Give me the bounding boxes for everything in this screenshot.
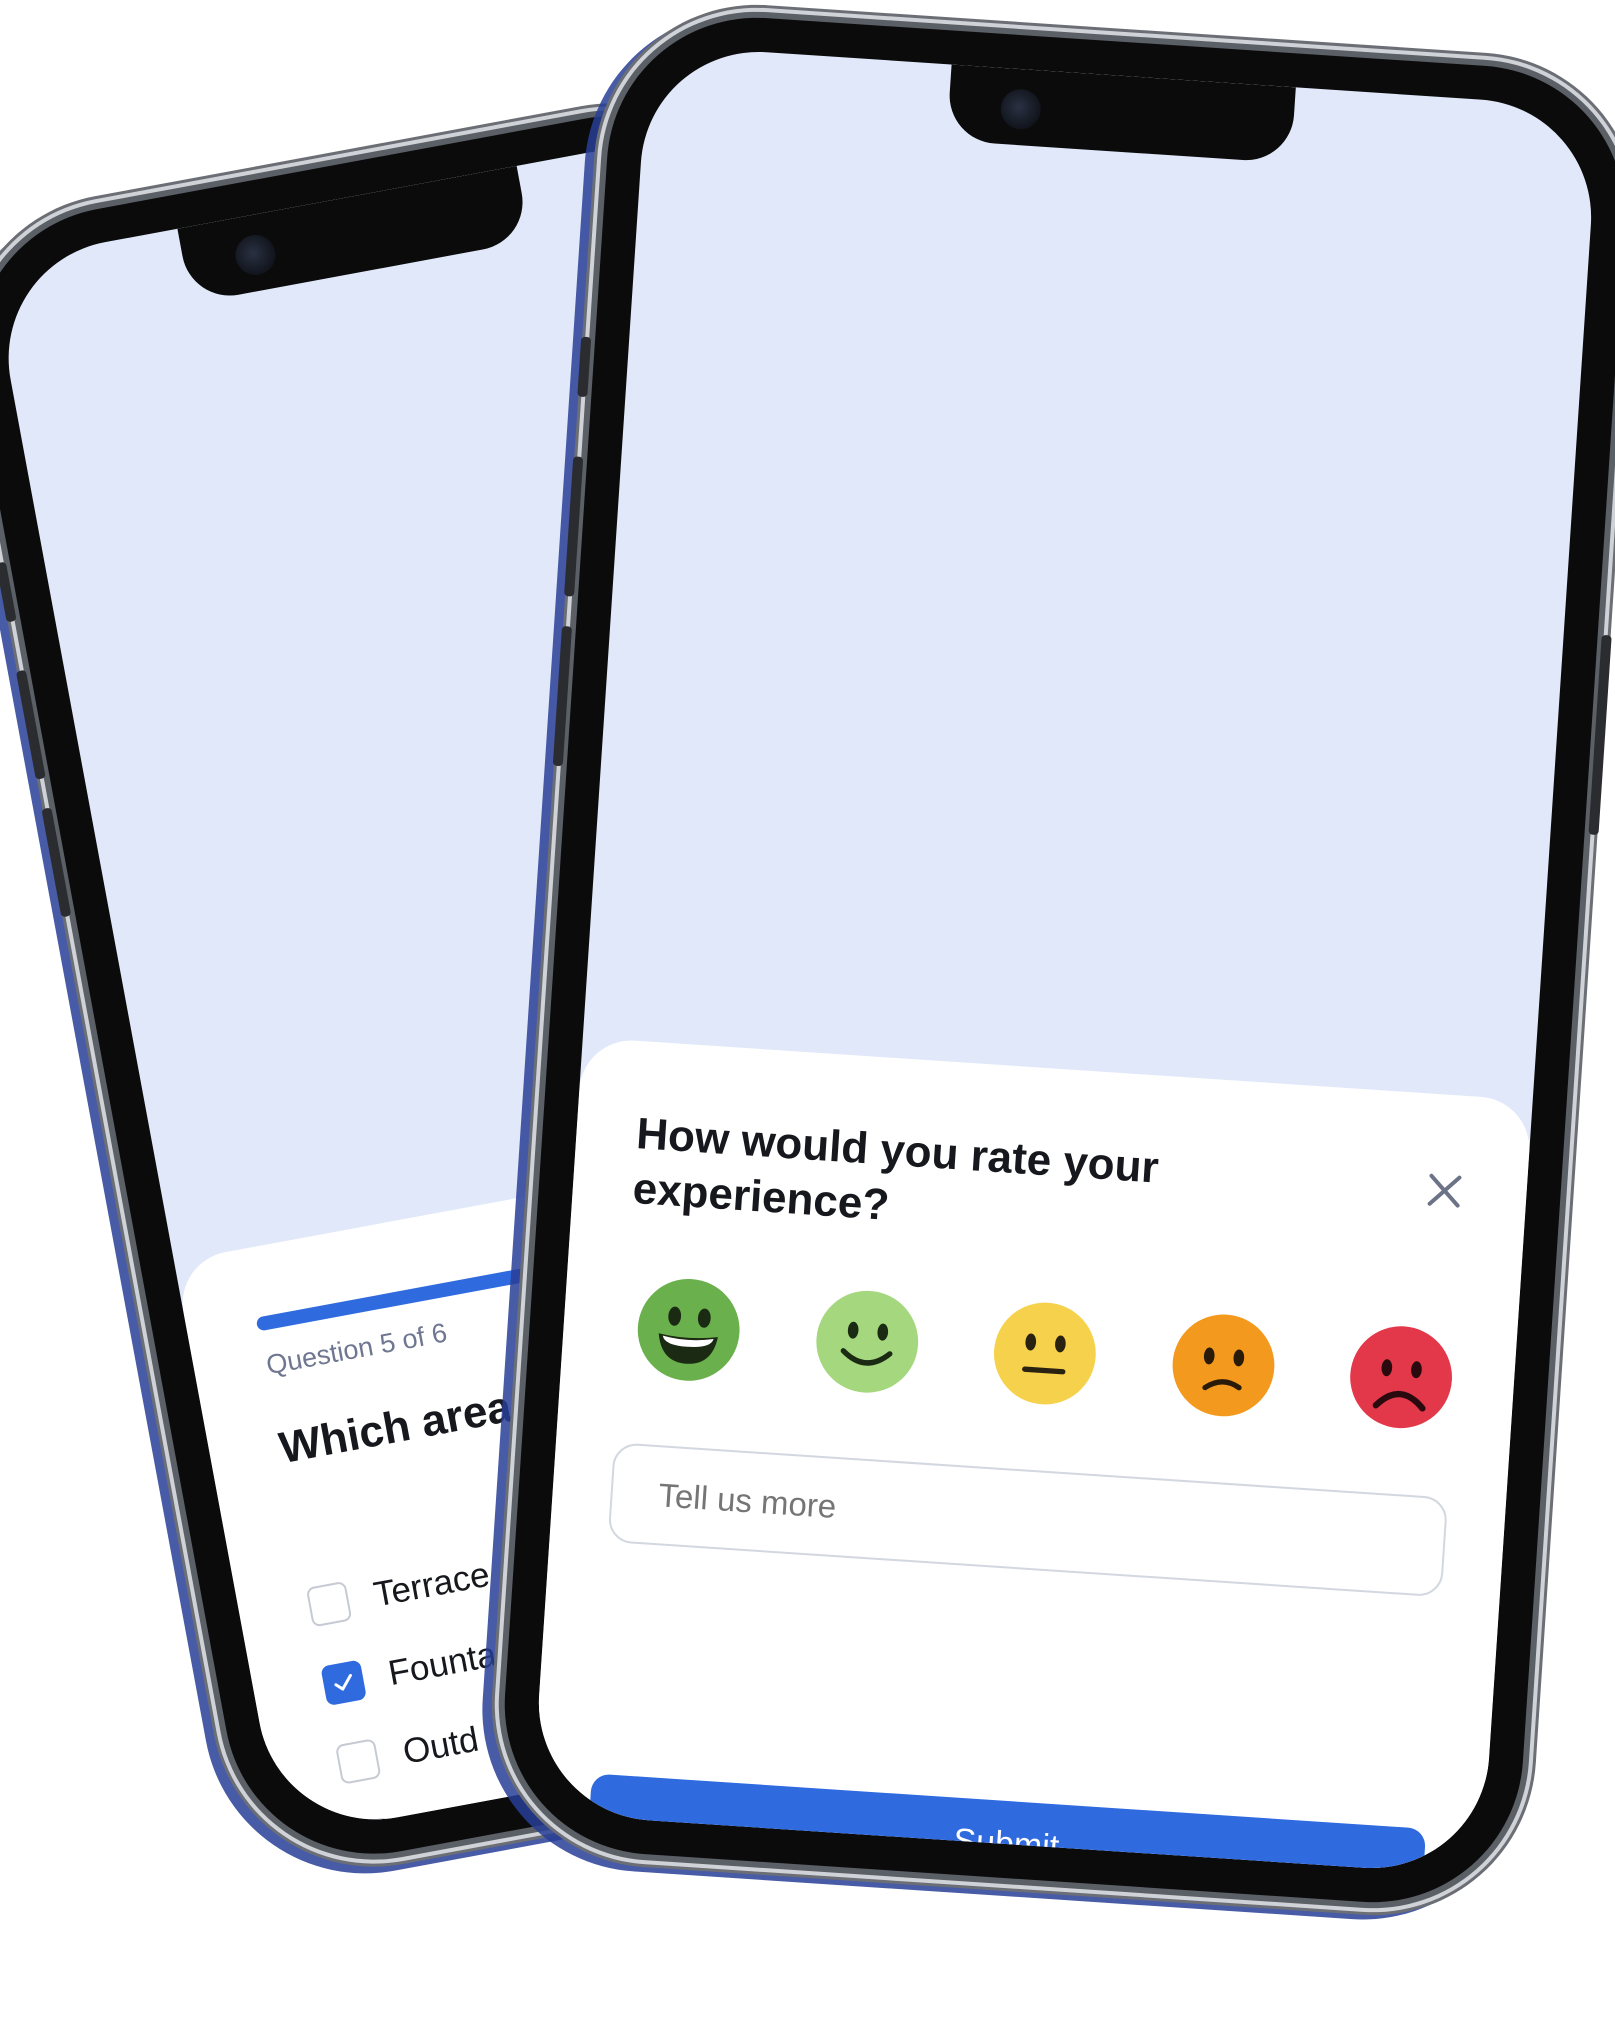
close-icon bbox=[1427, 1173, 1462, 1208]
checkbox[interactable] bbox=[305, 1580, 353, 1628]
rating-card: How would you rate your experience? Tell… bbox=[531, 1037, 1533, 1876]
very-sad-face-icon[interactable] bbox=[1345, 1321, 1458, 1434]
very-happy-face-icon[interactable] bbox=[632, 1273, 745, 1386]
front-camera bbox=[231, 231, 279, 279]
comment-input[interactable] bbox=[607, 1442, 1449, 1598]
sad-face-icon[interactable] bbox=[1167, 1309, 1280, 1422]
rating-title: How would you rate your experience? bbox=[631, 1109, 1161, 1230]
option-outdoor[interactable]: Outd bbox=[334, 1715, 483, 1790]
front-screen: How would you rate your experience? Tell… bbox=[531, 44, 1599, 1876]
happy-face-icon[interactable] bbox=[810, 1285, 923, 1398]
rating-options bbox=[632, 1273, 1457, 1433]
option-terrace[interactable]: Terrace bbox=[305, 1550, 494, 1632]
option-label: Terrace bbox=[370, 1554, 493, 1615]
close-button[interactable] bbox=[1419, 1165, 1470, 1216]
front-camera bbox=[999, 87, 1043, 131]
option-label: Founta bbox=[385, 1634, 500, 1694]
option-fountain[interactable]: Founta bbox=[319, 1630, 500, 1711]
neutral-face-icon[interactable] bbox=[988, 1297, 1101, 1410]
option-label: Outd bbox=[399, 1719, 482, 1772]
checkbox[interactable] bbox=[320, 1659, 367, 1707]
checkbox[interactable] bbox=[334, 1738, 382, 1785]
checkmark-icon bbox=[334, 1673, 352, 1691]
question-counter: Question 5 of 6 bbox=[263, 1317, 450, 1381]
front-phone: How would you rate your experience? Tell… bbox=[495, 8, 1615, 1912]
